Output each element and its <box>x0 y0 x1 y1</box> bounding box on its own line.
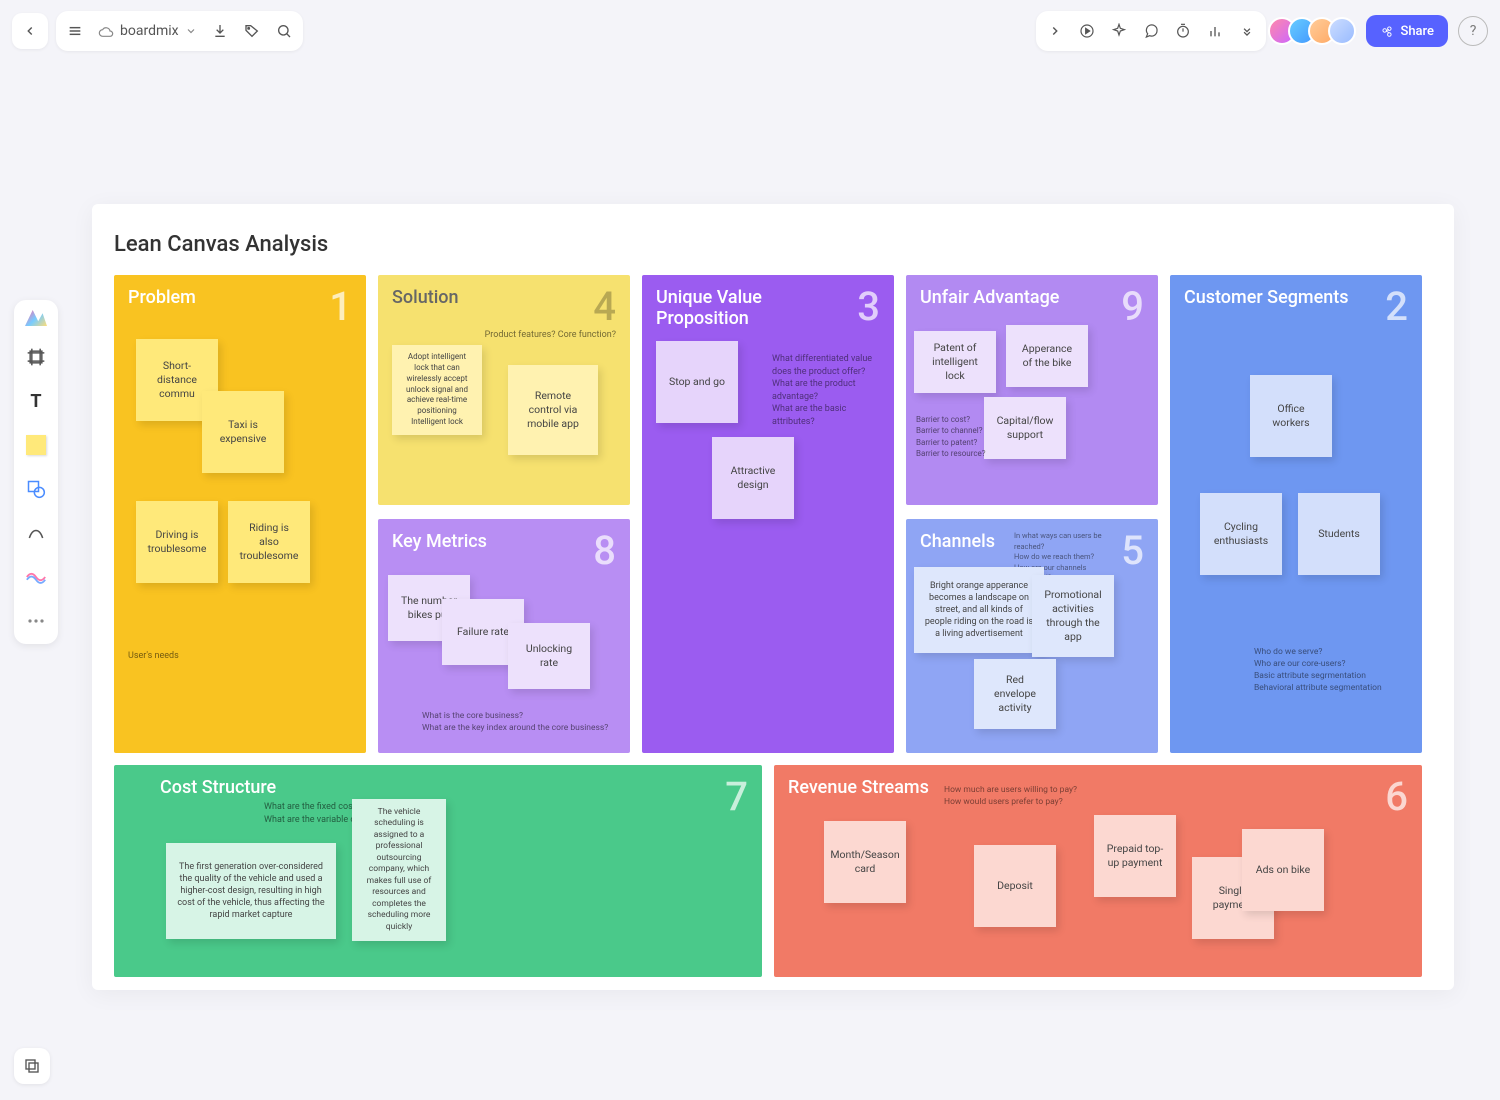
cloud-icon <box>98 23 114 39</box>
block-number: 5 <box>1121 531 1144 571</box>
canvas-board[interactable]: Lean Canvas Analysis Problem1 Short-dist… <box>92 204 1454 990</box>
download-icon[interactable] <box>211 22 229 40</box>
sparkle-icon[interactable] <box>1110 22 1128 40</box>
top-left-group: boardmix <box>12 11 303 51</box>
block-number: 3 <box>857 287 880 327</box>
sticky-note[interactable]: Cycling enthusiasts <box>1200 493 1282 575</box>
block-metrics[interactable]: Key Metrics8 The number bikes put Failur… <box>378 519 630 753</box>
block-title: Unique Value Proposition <box>656 287 857 329</box>
help-button[interactable]: ? <box>1458 16 1488 46</box>
share-label: Share <box>1400 24 1434 39</box>
back-button[interactable] <box>12 13 48 49</box>
block-hint: User's needs <box>128 650 179 663</box>
block-number: 9 <box>1121 287 1144 327</box>
block-number: 1 <box>329 287 352 327</box>
block-uvp[interactable]: Unique Value Proposition3 What different… <box>642 275 894 753</box>
sticky-note[interactable]: Prepaid top-up payment <box>1094 815 1176 897</box>
chevron-down-icon <box>185 25 197 37</box>
logo-icon[interactable] <box>25 310 47 326</box>
sticky-note[interactable]: Ads on bike <box>1242 829 1324 911</box>
sticky-note[interactable]: Month/Season card <box>824 821 906 903</box>
sticky-note[interactable]: Red envelope activity <box>974 659 1056 729</box>
sticky-note[interactable]: Remote control via mobile app <box>508 365 598 455</box>
chart-icon[interactable] <box>1206 22 1224 40</box>
block-hint: What is the core business? What are the … <box>422 711 608 735</box>
left-toolbar: T <box>14 300 58 644</box>
block-title: Revenue Streams <box>788 777 929 798</box>
sticky-note[interactable]: Attractive design <box>712 437 794 519</box>
block-problem[interactable]: Problem1 Short-distance commu Taxi is ex… <box>114 275 366 753</box>
block-title: Channels <box>920 531 995 552</box>
avatar-stack[interactable] <box>1276 17 1356 45</box>
sticky-note[interactable]: Driving is troublesome <box>136 501 218 583</box>
top-right-group: Share ? <box>1036 11 1488 51</box>
block-revenue[interactable]: Revenue Streams 6 How much are users will… <box>774 765 1422 977</box>
block-hint: What differentiated value does the produ… <box>772 353 882 429</box>
frame-tool[interactable] <box>23 344 49 370</box>
sticky-note[interactable]: Unlocking rate <box>508 623 590 689</box>
connector-tool[interactable] <box>23 564 49 590</box>
layers-button[interactable] <box>14 1048 50 1084</box>
timer-icon[interactable] <box>1174 22 1192 40</box>
sticky-note[interactable]: Patent of intelligent lock <box>914 331 996 393</box>
app-name-text: boardmix <box>120 23 179 39</box>
shape-tool[interactable] <box>23 476 49 502</box>
sticky-note[interactable]: The first generation over-considered the… <box>166 843 336 939</box>
sticky-note[interactable]: The vehicle scheduling is assigned to a … <box>352 799 446 941</box>
sticky-note[interactable]: Deposit <box>974 845 1056 927</box>
file-group: boardmix <box>56 11 303 51</box>
block-unfair[interactable]: Unfair Advantage 9 Patent of intelligent … <box>906 275 1158 505</box>
more-tools[interactable] <box>23 608 49 634</box>
block-title: Solution <box>392 287 459 308</box>
sticky-note[interactable]: Taxi is expensive <box>202 391 284 473</box>
sticky-note-tool[interactable] <box>23 432 49 458</box>
block-number: 6 <box>1385 777 1408 817</box>
share-button[interactable]: Share <box>1366 15 1448 47</box>
sticky-note[interactable]: Office workers <box>1250 375 1332 457</box>
top-bar: boardmix Share ? <box>12 10 1488 52</box>
sticky-note[interactable]: Adopt intelligent lock that can wireless… <box>392 345 482 435</box>
block-title: Unfair Advantage <box>920 287 1059 308</box>
sticky-note[interactable]: Students <box>1298 493 1380 575</box>
sticky-note[interactable]: Capital/flow support <box>984 397 1066 459</box>
tool-row <box>1036 11 1266 51</box>
more-chevron-icon[interactable] <box>1238 22 1256 40</box>
block-cost[interactable]: Cost Structure7 What are the fixed costs… <box>114 765 762 977</box>
block-segments[interactable]: Customer Segments 2 Office workers Cyclin… <box>1170 275 1422 753</box>
chat-icon[interactable] <box>1142 22 1160 40</box>
block-channels[interactable]: Channels5 In what ways can users be reac… <box>906 519 1158 753</box>
share-icon <box>1380 24 1394 38</box>
app-name[interactable]: boardmix <box>98 23 197 39</box>
block-hint: How much are users willing to pay? How w… <box>944 785 1077 809</box>
sticky-note[interactable]: Apperance of the bike <box>1006 325 1088 387</box>
tag-icon[interactable] <box>243 22 261 40</box>
sticky-note[interactable]: Riding is also troublesome <box>228 501 310 583</box>
block-title: Customer Segments <box>1184 287 1349 308</box>
text-tool[interactable]: T <box>23 388 49 414</box>
block-number: 2 <box>1385 287 1408 327</box>
menu-icon[interactable] <box>66 22 84 40</box>
sticky-note[interactable]: Stop and go <box>656 341 738 423</box>
block-number: 4 <box>593 287 616 327</box>
avatar <box>1328 17 1356 45</box>
block-number: 8 <box>593 531 616 571</box>
chevron-right-icon[interactable] <box>1046 22 1064 40</box>
block-title: Key Metrics <box>392 531 487 552</box>
sticky-note[interactable]: Promotional activities through the app <box>1032 575 1114 657</box>
block-hint: Barrier to cost? Barrier to channel? Bar… <box>916 414 986 459</box>
block-hint: Who do we serve? Who are our core-users?… <box>1254 647 1382 695</box>
block-solution[interactable]: Solution 4 Product features? Core functio… <box>378 275 630 505</box>
block-hint: Product features? Core function? <box>485 329 616 342</box>
block-title: Problem <box>128 287 196 308</box>
sticky-note[interactable]: Bright orange apperance becomes a landsc… <box>914 567 1044 653</box>
line-tool[interactable] <box>23 520 49 546</box>
block-title: Cost Structure <box>160 777 276 798</box>
block-number: 7 <box>725 777 748 817</box>
search-icon[interactable] <box>275 22 293 40</box>
lean-canvas-grid: Problem1 Short-distance commu Taxi is ex… <box>114 275 1432 975</box>
play-icon[interactable] <box>1078 22 1096 40</box>
board-title: Lean Canvas Analysis <box>114 232 1432 257</box>
